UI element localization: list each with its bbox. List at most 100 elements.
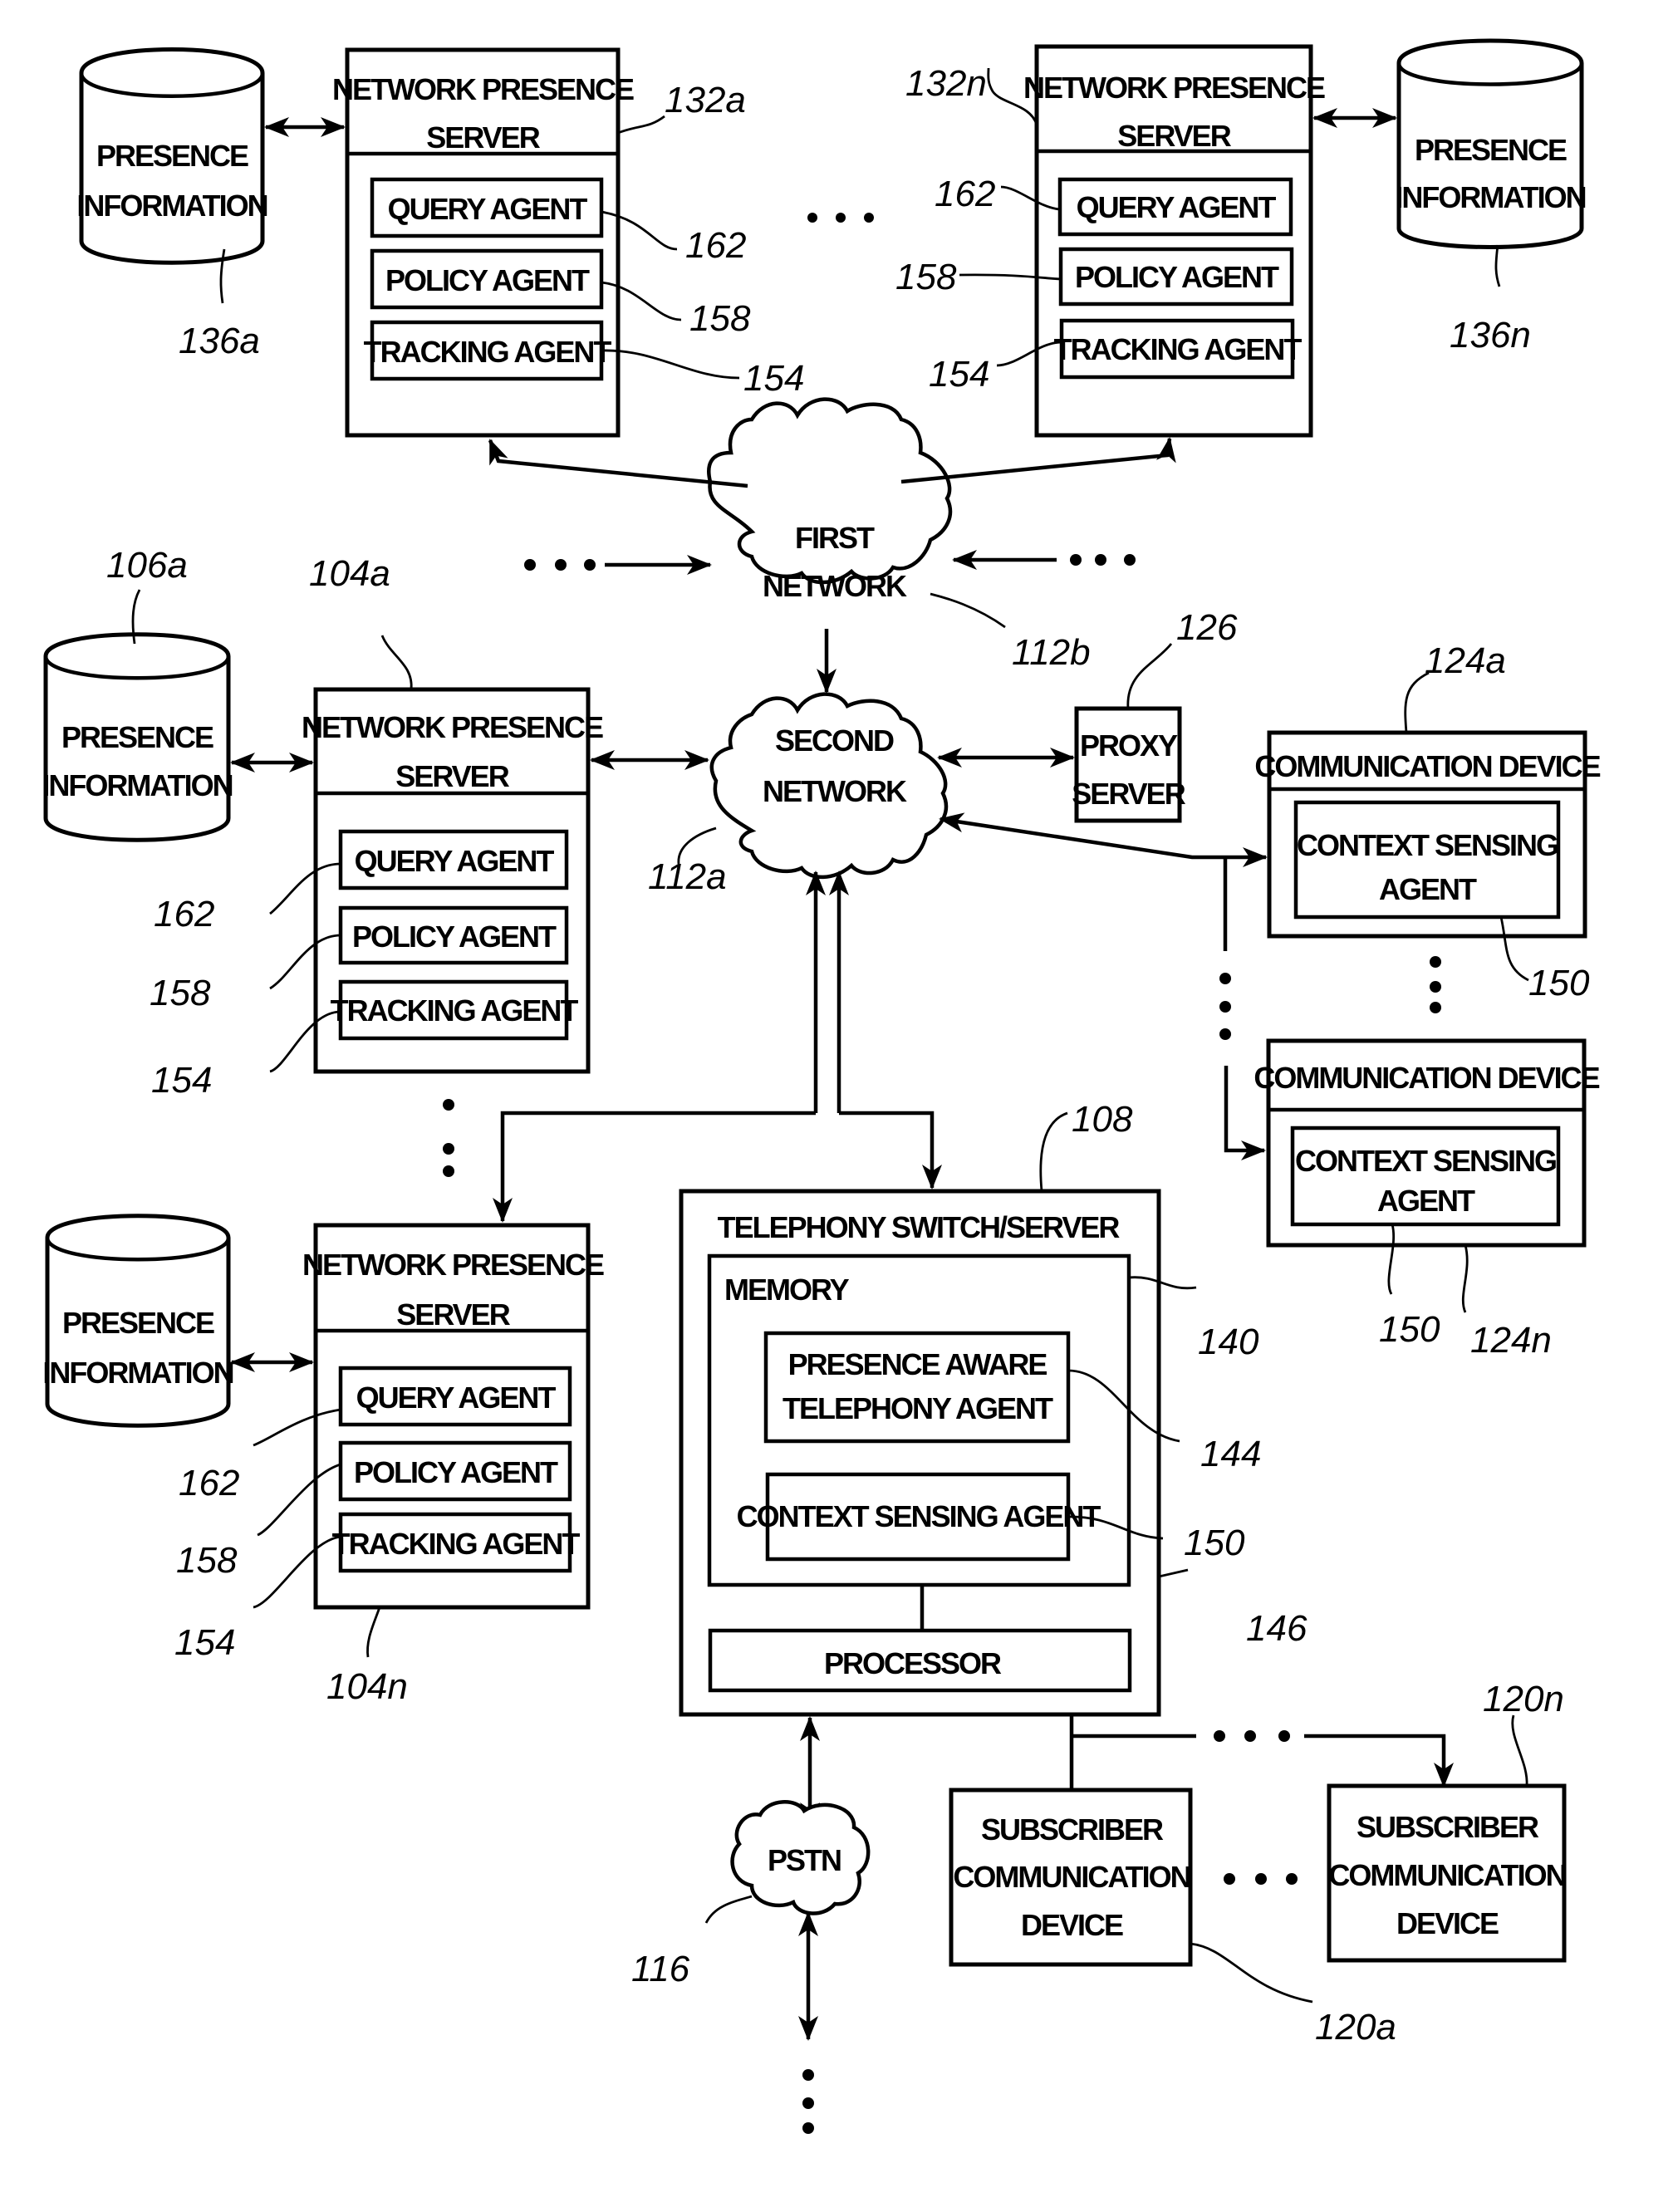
ref-112a: 112a bbox=[648, 856, 727, 897]
svg-text:PSTN: PSTN bbox=[768, 1843, 841, 1877]
ref-104n: 104n bbox=[326, 1666, 408, 1707]
svg-text:DEVICE: DEVICE bbox=[1021, 1908, 1123, 1942]
svg-text:QUERY AGENT: QUERY AGENT bbox=[355, 844, 555, 878]
svg-text:SECOND: SECOND bbox=[775, 723, 894, 758]
ref-132n: 132n bbox=[905, 63, 987, 104]
ref-150-tss: 150 bbox=[1184, 1523, 1245, 1563]
ref-120a: 120a bbox=[1315, 2007, 1396, 2048]
svg-text:SERVER: SERVER bbox=[395, 759, 509, 793]
svg-text:SERVER: SERVER bbox=[1072, 777, 1185, 811]
svg-text:SERVER: SERVER bbox=[396, 1297, 510, 1332]
pstn-cloud: PSTN bbox=[730, 1800, 871, 1915]
svg-text:PRESENCE: PRESENCE bbox=[96, 139, 248, 173]
svg-text:FIRST: FIRST bbox=[795, 521, 875, 555]
svg-text:AGENT: AGENT bbox=[1379, 872, 1477, 906]
svg-text:TRACKING AGENT: TRACKING AGENT bbox=[1054, 332, 1303, 366]
tracking-agent-label: TRACKING AGENT bbox=[364, 335, 612, 369]
ref-162: 162 bbox=[685, 225, 746, 266]
svg-text:154: 154 bbox=[929, 354, 989, 395]
svg-text:CONTEXT SENSING: CONTEXT SENSING bbox=[1297, 828, 1558, 862]
presence-information-db-106a: PRESENCE INFORMATION bbox=[42, 632, 234, 842]
svg-text:SERVER: SERVER bbox=[1117, 119, 1231, 153]
subscriber-communication-device-120a: SUBSCRIBER COMMUNICATION DEVICE bbox=[949, 1788, 1193, 1967]
query-agent-label: QUERY AGENT bbox=[388, 192, 588, 226]
svg-text:158: 158 bbox=[176, 1540, 238, 1581]
second-network-cloud: SECOND NETWORK bbox=[709, 692, 949, 880]
first-network-cloud: FIRST NETWORK bbox=[707, 397, 953, 603]
communication-device-124n: COMMUNICATION DEVICE CONTEXT SENSING AGE… bbox=[1254, 1038, 1602, 1248]
svg-text:POLICY AGENT: POLICY AGENT bbox=[354, 1455, 558, 1489]
presence-information-db-104n: PRESENCE INFORMATION bbox=[42, 1214, 235, 1428]
svg-text:PRESENCE AWARE: PRESENCE AWARE bbox=[788, 1347, 1047, 1381]
network-presence-server-132n: NETWORK PRESENCE SERVER QUERY AGENT POLI… bbox=[1023, 44, 1327, 438]
communication-device-124a: COMMUNICATION DEVICE CONTEXT SENSING AGE… bbox=[1254, 730, 1602, 939]
svg-text:NETWORK PRESENCE: NETWORK PRESENCE bbox=[302, 710, 603, 744]
svg-text:154: 154 bbox=[174, 1622, 235, 1663]
svg-text:NETWORK: NETWORK bbox=[763, 569, 907, 603]
ref-126: 126 bbox=[1176, 607, 1238, 648]
svg-text:QUERY AGENT: QUERY AGENT bbox=[1077, 190, 1277, 224]
svg-text:162: 162 bbox=[935, 174, 995, 214]
ref-108: 108 bbox=[1072, 1099, 1133, 1140]
svg-text:158: 158 bbox=[895, 257, 957, 297]
memory-label: MEMORY bbox=[724, 1273, 850, 1307]
svg-text:POLICY AGENT: POLICY AGENT bbox=[352, 920, 557, 954]
svg-text:154: 154 bbox=[151, 1060, 212, 1101]
svg-text:162: 162 bbox=[179, 1463, 239, 1503]
svg-text:INFORMATION: INFORMATION bbox=[42, 1356, 233, 1390]
svg-text:PROCESSOR: PROCESSOR bbox=[824, 1646, 1002, 1680]
ref-144: 144 bbox=[1200, 1434, 1261, 1474]
ref-124n: 124n bbox=[1470, 1320, 1552, 1361]
network-presence-server-104n: NETWORK PRESENCE SERVER QUERY AGENT POLI… bbox=[302, 1223, 606, 1610]
policy-agent-label: POLICY AGENT bbox=[385, 263, 590, 297]
svg-text:150: 150 bbox=[1379, 1309, 1440, 1350]
svg-text:162: 162 bbox=[154, 894, 214, 934]
svg-text:PRESENCE: PRESENCE bbox=[1415, 133, 1567, 167]
proxy-server: PROXY SERVER bbox=[1072, 706, 1188, 823]
svg-text:INFORMATION: INFORMATION bbox=[1395, 180, 1585, 214]
svg-text:INFORMATION: INFORMATION bbox=[42, 768, 232, 802]
ref-104a: 104a bbox=[309, 553, 390, 594]
ref-158: 158 bbox=[689, 298, 751, 339]
svg-text:NETWORK PRESENCE: NETWORK PRESENCE bbox=[1023, 71, 1325, 105]
nps-title-line2: SERVER bbox=[426, 120, 540, 154]
svg-text:COMMUNICATION: COMMUNICATION bbox=[953, 1860, 1190, 1894]
ref-136a: 136a bbox=[179, 321, 260, 361]
svg-text:TRACKING AGENT: TRACKING AGENT bbox=[332, 1527, 581, 1561]
svg-text:COMMUNICATION DEVICE: COMMUNICATION DEVICE bbox=[1254, 749, 1600, 783]
nps-title-line1: NETWORK PRESENCE bbox=[332, 72, 634, 106]
ref-116: 116 bbox=[631, 1949, 690, 1989]
svg-text:DEVICE: DEVICE bbox=[1396, 1906, 1499, 1940]
ref-112b: 112b bbox=[1012, 632, 1091, 673]
svg-text:TRACKING AGENT: TRACKING AGENT bbox=[331, 993, 579, 1028]
svg-text:POLICY AGENT: POLICY AGENT bbox=[1075, 260, 1279, 294]
svg-text:136n: 136n bbox=[1450, 315, 1531, 356]
presence-information-db-136a: PRESENCE INFORMATION bbox=[76, 47, 269, 265]
svg-text:PRESENCE: PRESENCE bbox=[61, 720, 213, 754]
ref-154: 154 bbox=[743, 358, 804, 399]
svg-text:PROXY: PROXY bbox=[1080, 728, 1178, 763]
telephony-switch-title: TELEPHONY SWITCH/SERVER bbox=[718, 1210, 1121, 1244]
svg-text:CONTEXT SENSING: CONTEXT SENSING bbox=[1295, 1144, 1556, 1178]
presence-information-db-136n: PRESENCE INFORMATION bbox=[1395, 38, 1587, 249]
telephony-switch-server: TELEPHONY SWITCH/SERVER MEMORY PRESENCE … bbox=[679, 1189, 1161, 1717]
network-presence-server-104a: NETWORK PRESENCE SERVER QUERY AGENT POLI… bbox=[302, 687, 605, 1074]
svg-text:AGENT: AGENT bbox=[1377, 1184, 1475, 1218]
ref-124a: 124a bbox=[1425, 640, 1506, 681]
subscriber-communication-device-120n: SUBSCRIBER COMMUNICATION DEVICE bbox=[1327, 1783, 1568, 1963]
svg-text:COMMUNICATION DEVICE: COMMUNICATION DEVICE bbox=[1254, 1061, 1599, 1095]
ref-132a: 132a bbox=[665, 80, 746, 120]
ref-140: 140 bbox=[1198, 1322, 1259, 1362]
presence-network-diagram: NETWORK PRESENCE SERVER QUERY AGENT POLI… bbox=[42, 38, 1602, 2134]
svg-text:NETWORK: NETWORK bbox=[763, 774, 907, 808]
svg-text:INFORMATION: INFORMATION bbox=[76, 189, 267, 223]
svg-text:NETWORK PRESENCE: NETWORK PRESENCE bbox=[302, 1248, 604, 1282]
svg-text:158: 158 bbox=[150, 973, 211, 1013]
svg-text:PRESENCE: PRESENCE bbox=[62, 1306, 214, 1340]
ref-120n: 120n bbox=[1483, 1679, 1564, 1719]
svg-text:SUBSCRIBER: SUBSCRIBER bbox=[981, 1812, 1164, 1847]
svg-text:TELEPHONY AGENT: TELEPHONY AGENT bbox=[783, 1391, 1053, 1425]
svg-text:SUBSCRIBER: SUBSCRIBER bbox=[1357, 1810, 1539, 1844]
svg-text:CONTEXT SENSING AGENT: CONTEXT SENSING AGENT bbox=[737, 1499, 1101, 1533]
svg-text:150: 150 bbox=[1528, 963, 1590, 1003]
